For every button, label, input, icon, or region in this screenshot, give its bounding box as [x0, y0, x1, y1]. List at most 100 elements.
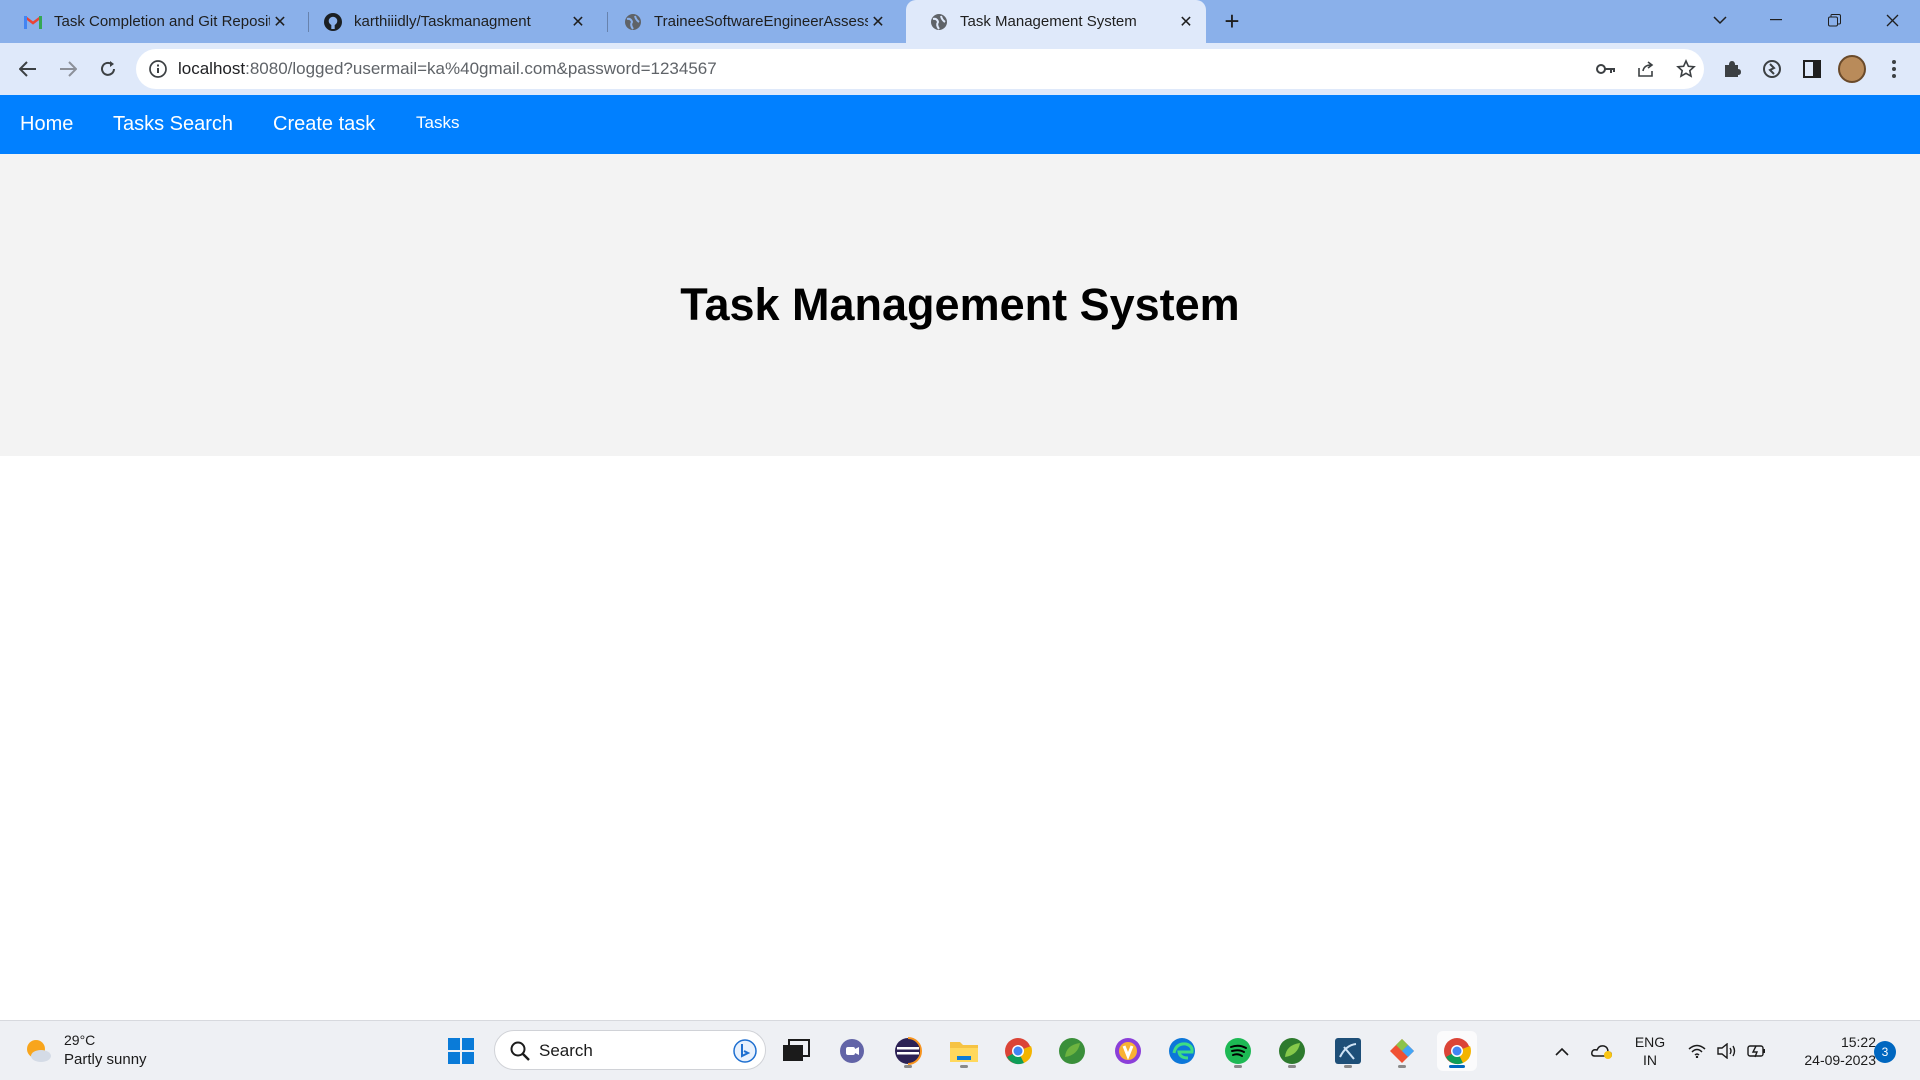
spring-tools-button[interactable] [1052, 1031, 1092, 1071]
language-indicator[interactable]: ENG IN [1628, 1033, 1672, 1069]
spotify-button[interactable] [1218, 1031, 1258, 1071]
gmail-icon [24, 13, 42, 31]
file-explorer-button[interactable] [944, 1031, 984, 1071]
extension-button[interactable] [1756, 53, 1788, 85]
browser-toolbar: localhost:8080/logged?usermail=ka%40gmai… [0, 43, 1920, 95]
vpn-shield-icon [1115, 1038, 1141, 1064]
chrome-app-button[interactable] [998, 1031, 1038, 1071]
partly-sunny-icon [27, 1040, 51, 1062]
chevron-down-icon [1713, 16, 1727, 25]
restore-button[interactable] [1806, 0, 1862, 40]
address-bar[interactable]: localhost:8080/logged?usermail=ka%40gmai… [136, 49, 1704, 89]
tab-gmail[interactable]: Task Completion and Git Reposit ✕ [0, 0, 300, 43]
new-tab-button[interactable]: + [1218, 8, 1246, 36]
wifi-button[interactable] [1684, 1021, 1710, 1080]
more-vert-icon [1892, 60, 1896, 78]
task-view-icon [783, 1039, 810, 1061]
spring-leaf-icon [1279, 1038, 1305, 1064]
minimize-button[interactable] [1748, 0, 1804, 40]
onedrive-button[interactable] [1588, 1021, 1616, 1080]
notification-badge[interactable]: 3 [1874, 1041, 1896, 1063]
volume-button[interactable] [1714, 1021, 1740, 1080]
bookmark-star-icon[interactable] [1674, 57, 1698, 81]
extensions-button[interactable] [1716, 53, 1748, 85]
key-icon[interactable] [1594, 57, 1618, 81]
avatar[interactable] [1838, 55, 1866, 83]
close-window-button[interactable] [1864, 0, 1920, 40]
weather-widget[interactable]: 29°C Partly sunny [22, 1031, 152, 1071]
mysql-workbench-icon [1335, 1038, 1361, 1064]
language-code: ENG [1634, 1034, 1666, 1050]
hero-banner: Task Management System [0, 154, 1920, 456]
menu-button[interactable] [1878, 53, 1910, 85]
tab-title: Task Completion and Git Reposit [54, 13, 270, 30]
nav-create-task-link[interactable]: Create task [273, 95, 375, 154]
back-button[interactable] [12, 53, 44, 85]
arrow-left-icon [19, 61, 36, 77]
eclipse-app-button[interactable] [888, 1031, 928, 1071]
running-indicator [1398, 1065, 1406, 1068]
url-host: localhost [178, 59, 246, 78]
spring-tools-2-button[interactable] [1272, 1031, 1312, 1071]
search-icon [510, 1041, 530, 1061]
tab-title: TraineeSoftwareEngineerAssessm [654, 13, 868, 30]
taskbar-search-label: Search [539, 1041, 593, 1060]
battery-button[interactable] [1744, 1021, 1770, 1080]
extension-icon [1763, 60, 1781, 78]
spring-leaf-icon [1059, 1038, 1085, 1064]
eclipse-icon [895, 1037, 922, 1065]
spotify-icon [1225, 1038, 1251, 1064]
info-icon [149, 60, 167, 78]
start-button[interactable] [441, 1031, 481, 1071]
globe-icon [624, 13, 642, 31]
teams-chat-icon [840, 1039, 864, 1063]
running-indicator [1449, 1065, 1465, 1068]
tab-assessment[interactable]: TraineeSoftwareEngineerAssessm ✕ [600, 0, 898, 43]
page-title: Task Management System [680, 279, 1240, 330]
tab-github[interactable]: karthiiidly/Taskmanagment ✕ [300, 0, 598, 43]
teams-chat-button[interactable] [832, 1031, 872, 1071]
forward-button[interactable] [52, 53, 84, 85]
browser-tab-strip: Task Completion and Git Reposit ✕ karthi… [0, 0, 1920, 43]
navbar: Home Tasks Search Create task Tasks [0, 95, 1920, 154]
language-region: IN [1643, 1052, 1657, 1068]
github-icon [324, 12, 342, 31]
bing-icon [733, 1039, 757, 1063]
reload-button[interactable] [92, 53, 124, 85]
side-panel-button[interactable] [1796, 53, 1828, 85]
nav-tasks-link[interactable]: Tasks [416, 95, 459, 154]
arrow-right-icon [60, 61, 77, 77]
edge-browser-button[interactable] [1162, 1031, 1202, 1071]
close-icon[interactable]: ✕ [868, 12, 888, 32]
task-view-button[interactable] [776, 1031, 816, 1071]
git-diamond-icon [1390, 1039, 1414, 1063]
folder-icon [950, 1042, 978, 1062]
taskbar-search[interactable]: Search [494, 1030, 766, 1070]
page-content-area [0, 456, 1920, 1020]
share-icon[interactable] [1634, 57, 1658, 81]
taskbar: 29°C Partly sunny Search ENG IN 15:22 24… [0, 1020, 1920, 1080]
side-panel-icon [1803, 60, 1821, 78]
url-path: :8080/logged?usermail=ka%40gmail.com&pas… [245, 59, 717, 78]
edge-icon [1169, 1038, 1195, 1064]
show-hidden-icons-button[interactable] [1550, 1021, 1574, 1080]
close-icon[interactable]: ✕ [1176, 12, 1196, 32]
chrome-active-button[interactable] [1437, 1031, 1477, 1071]
clock-date: 24-09-2023 [1804, 1052, 1876, 1068]
running-indicator [1288, 1065, 1296, 1068]
chrome-icon [1444, 1038, 1471, 1065]
nav-home-link[interactable]: Home [20, 95, 73, 154]
nav-tasks-search-link[interactable]: Tasks Search [113, 95, 233, 154]
git-app-button[interactable] [1382, 1031, 1422, 1071]
close-icon[interactable]: ✕ [270, 12, 290, 32]
running-indicator [904, 1065, 912, 1068]
tab-task-management[interactable]: Task Management System ✕ [906, 0, 1206, 43]
wifi-icon [1688, 1044, 1706, 1058]
vpn-app-button[interactable] [1108, 1031, 1148, 1071]
windows-logo-icon [448, 1038, 474, 1064]
mysql-workbench-button[interactable] [1328, 1031, 1368, 1071]
clock[interactable]: 15:22 24-09-2023 [1780, 1033, 1876, 1069]
close-icon[interactable]: ✕ [568, 12, 588, 32]
tab-search-button[interactable] [1692, 0, 1748, 40]
url-text[interactable]: localhost:8080/logged?usermail=ka%40gmai… [178, 59, 717, 79]
